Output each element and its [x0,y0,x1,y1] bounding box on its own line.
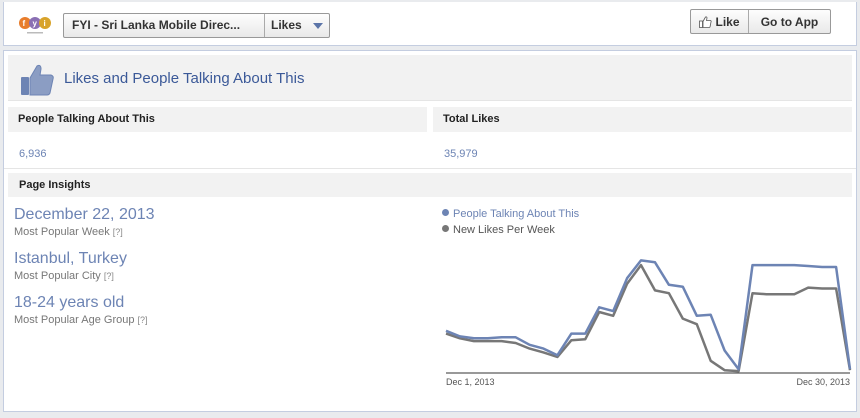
section-label: Likes [271,18,302,32]
app-header: f y i FYI - Sri Lanka Mobile Direc... Li… [3,2,857,46]
people-talking-box: People Talking About This 6,936 [8,107,427,160]
insight-value: December 22, 2013 [14,206,155,223]
legend-label: People Talking About This [453,208,580,220]
insight-label: Most Popular Age Group [14,314,135,326]
people-talking-value: 6,936 [19,148,47,160]
svg-text:y: y [33,19,38,28]
page-selector[interactable]: FYI - Sri Lanka Mobile Direc... Likes [63,13,330,38]
likes-panel: Likes and People Talking About This Peop… [3,50,857,412]
insight-label: Most Popular City [14,270,101,282]
insight-label: Most Popular Week [14,226,110,238]
insight-popular-week: December 22, 2013 Most Popular Week [?] [14,206,155,238]
thumbs-up-icon [21,64,54,96]
help-link[interactable]: [?] [137,315,147,325]
go-to-app-button[interactable]: Go to App [749,10,830,33]
insight-value: 18-24 years old [14,294,125,311]
divider [4,168,856,169]
legend-dot [442,209,449,216]
like-button[interactable]: Like [691,10,749,33]
section-dropdown[interactable]: Likes [265,14,329,37]
help-link[interactable]: [?] [113,227,123,237]
insight-value: Istanbul, Turkey [14,250,127,267]
legend-item-new-likes: New Likes Per Week [442,224,555,236]
thumbs-up-icon [699,15,713,28]
total-likes-value: 35,979 [444,148,478,160]
legend-item-people-talking: People Talking About This [442,208,579,220]
x-tick-label-start: Dec 1, 2013 [446,377,495,387]
like-button-label: Like [715,14,740,29]
x-tick-label-end: Dec 30, 2013 [796,377,850,387]
insight-popular-city: Istanbul, Turkey Most Popular City [?] [14,250,127,282]
people-talking-header: People Talking About This [8,107,427,132]
series-line-new-likes [445,263,852,373]
svg-text:f: f [23,19,26,28]
panel-title: Likes and People Talking About This [64,70,305,87]
insight-popular-age: 18-24 years old Most Popular Age Group [?… [14,294,147,326]
insights-header: Page Insights [8,173,852,197]
legend-label: New Likes Per Week [453,224,555,236]
panel-header: Likes and People Talking About This [8,55,852,101]
page-name-label[interactable]: FYI - Sri Lanka Mobile Direc... [64,14,265,37]
total-likes-header: Total Likes [433,107,852,132]
chevron-down-icon [313,23,323,29]
go-to-app-label: Go to App [760,14,819,29]
help-link[interactable]: [?] [104,271,114,281]
total-likes-box: Total Likes 35,979 [433,107,852,160]
fyi-logo: f y i [19,17,51,34]
header-actions: Like Go to App [690,9,831,34]
legend-dot [442,225,449,232]
svg-text:i: i [44,19,46,28]
likes-chart: Dec 1, 2013 Dec 30, 2013 [445,259,852,387]
